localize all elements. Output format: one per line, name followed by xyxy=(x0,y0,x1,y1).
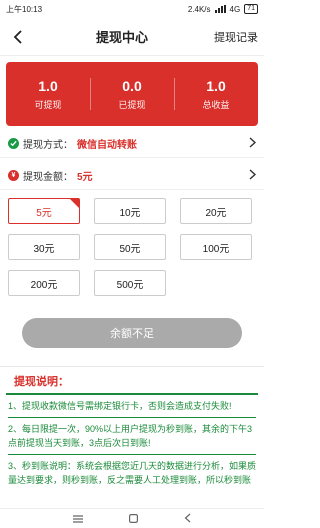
amount-option-50[interactable]: 50元 xyxy=(94,234,166,260)
back-icon[interactable] xyxy=(184,510,191,528)
balance-summary: 1.0 可提现 0.0 已提现 1.0 总收益 xyxy=(6,62,258,126)
amount-option-200[interactable]: 200元 xyxy=(8,270,80,296)
note-item: 3、秒到账说明：系统会根据您近几天的数据进行分析，如果质量达到要求，则秒到账，反… xyxy=(8,461,257,485)
stat-label: 可提现 xyxy=(34,99,62,110)
amount-option-5[interactable]: 5元 xyxy=(8,198,80,224)
notes-title: 提现说明： xyxy=(6,367,258,395)
chevron-right-icon xyxy=(249,135,257,153)
status-time: 上午10:13 xyxy=(6,4,43,14)
stat-total-earnings: 1.0 总收益 xyxy=(174,62,258,126)
stat-label: 总收益 xyxy=(202,99,230,110)
battery-level: 71 xyxy=(247,5,255,12)
amount-option-100[interactable]: 100元 xyxy=(180,234,252,260)
system-nav-bar xyxy=(0,508,264,528)
signal-icon xyxy=(214,5,226,13)
withdraw-button[interactable]: 余额不足 xyxy=(22,318,242,348)
battery-icon: 71 xyxy=(244,4,258,14)
network-type: 4G xyxy=(229,4,241,14)
stat-withdrawn: 0.0 已提现 xyxy=(90,62,174,126)
amount-option-500[interactable]: 500元 xyxy=(94,270,166,296)
amount-option-label: 30元 xyxy=(33,243,55,255)
page-title: 提现中心 xyxy=(95,30,148,45)
menu-icon[interactable] xyxy=(73,510,83,528)
amount-option-10[interactable]: 10元 xyxy=(94,198,166,224)
amount-label: 提现金额： xyxy=(23,172,73,183)
amount-options: 5元 10元 20元 30元 50元 100元 200元 500元 xyxy=(0,190,264,296)
amount-option-30[interactable]: 30元 xyxy=(8,234,80,260)
method-label: 提现方式： xyxy=(23,140,73,151)
amount-option-label: 50元 xyxy=(119,243,141,255)
network-speed: 2.4K/s xyxy=(187,4,211,14)
home-icon[interactable] xyxy=(129,510,139,528)
amount-option-label: 5元 xyxy=(36,207,52,219)
nav-bar: 提现中心 提现记录 xyxy=(0,18,264,56)
amount-option-label: 20元 xyxy=(205,207,227,219)
withdraw-record-link[interactable]: 提现记录 xyxy=(214,29,258,45)
stat-available: 1.0 可提现 xyxy=(6,62,90,126)
amount-option-label: 500元 xyxy=(116,279,144,291)
notes-list: 1、提现收款微信号需绑定银行卡，否则会造成支付失败! 2、每日限提一次，90%以… xyxy=(0,395,264,491)
amount-value: 5元 xyxy=(77,172,93,183)
amount-option-label: 200元 xyxy=(30,279,58,291)
withdraw-amount-row[interactable]: ¥ 提现金额： 5元 xyxy=(0,162,264,190)
stat-value: 1.0 xyxy=(206,77,226,94)
check-circle-icon xyxy=(8,138,19,149)
method-value: 微信自动转账 xyxy=(77,140,137,151)
note-item: 2、每日限提一次，90%以上用户提现为秒到账，其余的下午3点前提现当天到账，3点… xyxy=(8,418,256,455)
stat-label: 已提现 xyxy=(118,99,146,110)
selected-corner-icon xyxy=(70,199,79,208)
stat-value: 1.0 xyxy=(38,77,58,94)
amount-option-label: 100元 xyxy=(202,243,230,255)
stat-value: 0.0 xyxy=(122,77,142,94)
note-item: 1、提现收款微信号需绑定银行卡，否则会造成支付失败! xyxy=(8,395,256,418)
amount-option-20[interactable]: 20元 xyxy=(180,198,252,224)
yen-icon: ¥ xyxy=(8,170,19,181)
amount-option-label: 10元 xyxy=(119,207,141,219)
back-arrow-icon[interactable] xyxy=(6,25,30,49)
status-bar: 上午10:13 2.4K/s 4G 71 xyxy=(0,0,264,18)
withdraw-method-row[interactable]: 提现方式： 微信自动转账 xyxy=(0,130,264,158)
status-icons: 2.4K/s 4G 71 xyxy=(188,4,258,14)
chevron-right-icon xyxy=(249,167,257,185)
